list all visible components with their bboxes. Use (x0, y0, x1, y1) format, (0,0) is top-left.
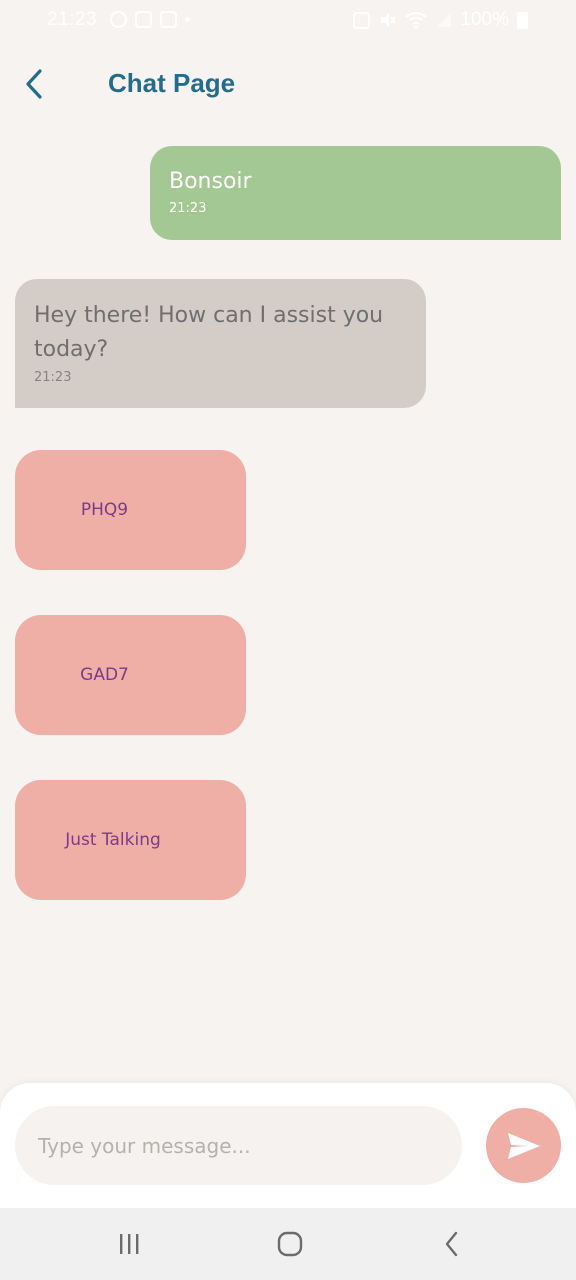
option-phq9-button[interactable]: PHQ9 (15, 450, 246, 570)
app-header: Chat Page (0, 50, 576, 120)
home-icon (277, 1231, 303, 1257)
send-button[interactable] (486, 1108, 561, 1183)
status-bar: 21:23 100% (0, 0, 576, 42)
option-gad7-button[interactable]: GAD7 (15, 615, 246, 735)
user-message-bubble: Bonsoir 21:23 (150, 146, 561, 240)
send-icon (507, 1132, 540, 1159)
system-nav-bar (0, 1208, 576, 1280)
recents-icon (120, 1234, 139, 1254)
status-time: 21:23 (47, 9, 98, 30)
chat-screen: 21:23 100% Chat Page Bonsoir 21:23 Hey t… (0, 0, 576, 1280)
signal-icon (437, 13, 452, 27)
message-text: Bonsoir (169, 169, 252, 194)
wifi-icon (405, 12, 428, 29)
back-icon (445, 1231, 458, 1257)
message-time: 21:23 (169, 201, 207, 216)
facebook-icon (160, 11, 177, 28)
bot-message-bubble: Hey there! How can I assist you today? 2… (15, 279, 426, 408)
message-text: Hey there! How can I assist you today? (34, 303, 384, 362)
message-composer (0, 1083, 576, 1208)
system-back-button[interactable] (430, 1224, 474, 1264)
mute-icon (381, 13, 397, 27)
home-button[interactable] (268, 1224, 312, 1264)
messenger-icon (110, 11, 127, 28)
notification-icons (110, 11, 190, 28)
alarm-icon (353, 11, 371, 29)
back-button[interactable] (14, 64, 54, 104)
more-notifications-icon (185, 17, 190, 22)
message-time: 21:23 (34, 370, 72, 385)
system-icons: 100% (353, 9, 528, 31)
message-input[interactable] (15, 1106, 462, 1185)
battery-icon (517, 11, 528, 29)
gallery-icon (135, 11, 152, 28)
page-title: Chat Page (108, 68, 236, 98)
option-just-talking-button[interactable]: Just Talking (15, 780, 246, 900)
battery-percent: 100% (460, 9, 509, 30)
chevron-left-icon (26, 69, 42, 99)
recents-button[interactable] (107, 1224, 151, 1264)
